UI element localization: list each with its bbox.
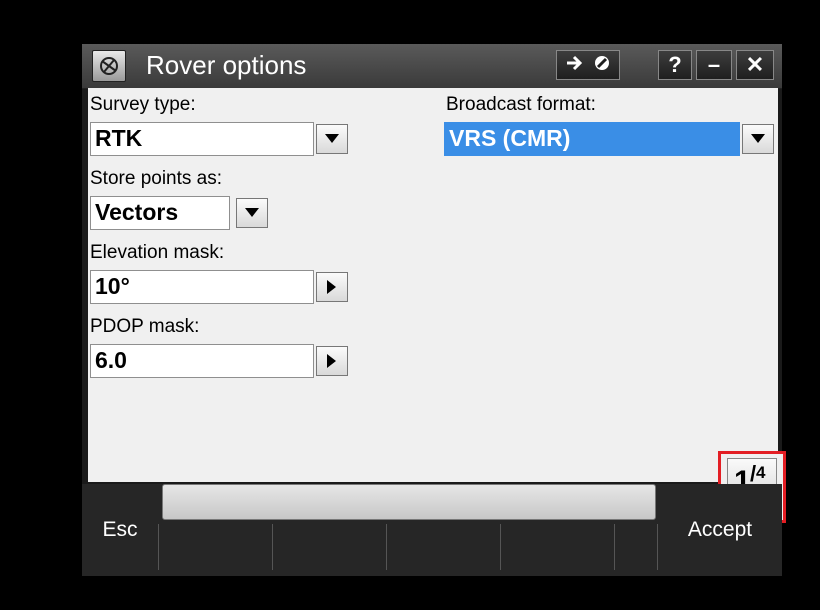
navigate-button[interactable] <box>556 50 620 80</box>
function-key-1[interactable] <box>158 524 272 570</box>
store-points-dropdown-button[interactable] <box>236 198 268 228</box>
function-key-2[interactable] <box>272 524 386 570</box>
survey-type-field[interactable]: RTK <box>90 122 314 156</box>
chevron-right-icon <box>327 354 336 368</box>
pdop-mask-field[interactable]: 6.0 <box>90 344 314 378</box>
title-bar: Rover options ? – ✕ <box>82 44 782 89</box>
broadcast-format-dropdown-button[interactable] <box>742 124 774 154</box>
elevation-mask-arrow-button[interactable] <box>316 272 348 302</box>
softkey-bar: Esc Accept <box>82 484 782 576</box>
function-key-3[interactable] <box>386 524 500 570</box>
broadcast-format-value: VRS (CMR) <box>449 125 571 151</box>
chevron-right-icon <box>327 280 336 294</box>
broadcast-format-field[interactable]: VRS (CMR) <box>444 122 740 156</box>
elevation-mask-field[interactable]: 10° <box>90 270 314 304</box>
store-points-label: Store points as: <box>90 168 223 189</box>
app-icon[interactable] <box>92 50 126 82</box>
device-screen: Rover options ? – ✕ Survey type: RTK Bro… <box>82 44 786 576</box>
block-icon <box>593 52 611 78</box>
store-points-field[interactable]: Vectors <box>90 196 230 230</box>
function-key-5[interactable] <box>614 524 658 570</box>
elevation-mask-value: 10° <box>95 273 130 299</box>
esc-button[interactable]: Esc <box>82 484 158 576</box>
help-button[interactable]: ? <box>658 50 692 80</box>
minimize-button[interactable]: – <box>696 50 732 80</box>
chevron-down-icon <box>751 134 765 143</box>
close-button[interactable]: ✕ <box>736 50 774 80</box>
pdop-mask-arrow-button[interactable] <box>316 346 348 376</box>
survey-type-value: RTK <box>95 125 143 151</box>
pdop-mask-value: 6.0 <box>95 347 127 373</box>
survey-type-dropdown-button[interactable] <box>316 124 348 154</box>
pdop-mask-label: PDOP mask: <box>90 316 200 337</box>
function-key-strip[interactable] <box>162 484 656 520</box>
chevron-down-icon <box>325 134 339 143</box>
function-key-4[interactable] <box>500 524 614 570</box>
broadcast-format-label: Broadcast format: <box>446 94 596 115</box>
accept-button[interactable]: Accept <box>658 484 782 576</box>
window-title: Rover options <box>146 50 307 80</box>
arrow-right-icon <box>565 52 587 78</box>
elevation-mask-label: Elevation mask: <box>90 242 225 263</box>
form-area: Survey type: RTK Broadcast format: VRS (… <box>88 88 786 523</box>
store-points-value: Vectors <box>95 199 179 225</box>
page-total: 4 <box>756 463 766 482</box>
survey-type-label: Survey type: <box>90 94 196 115</box>
chevron-down-icon <box>245 208 259 217</box>
